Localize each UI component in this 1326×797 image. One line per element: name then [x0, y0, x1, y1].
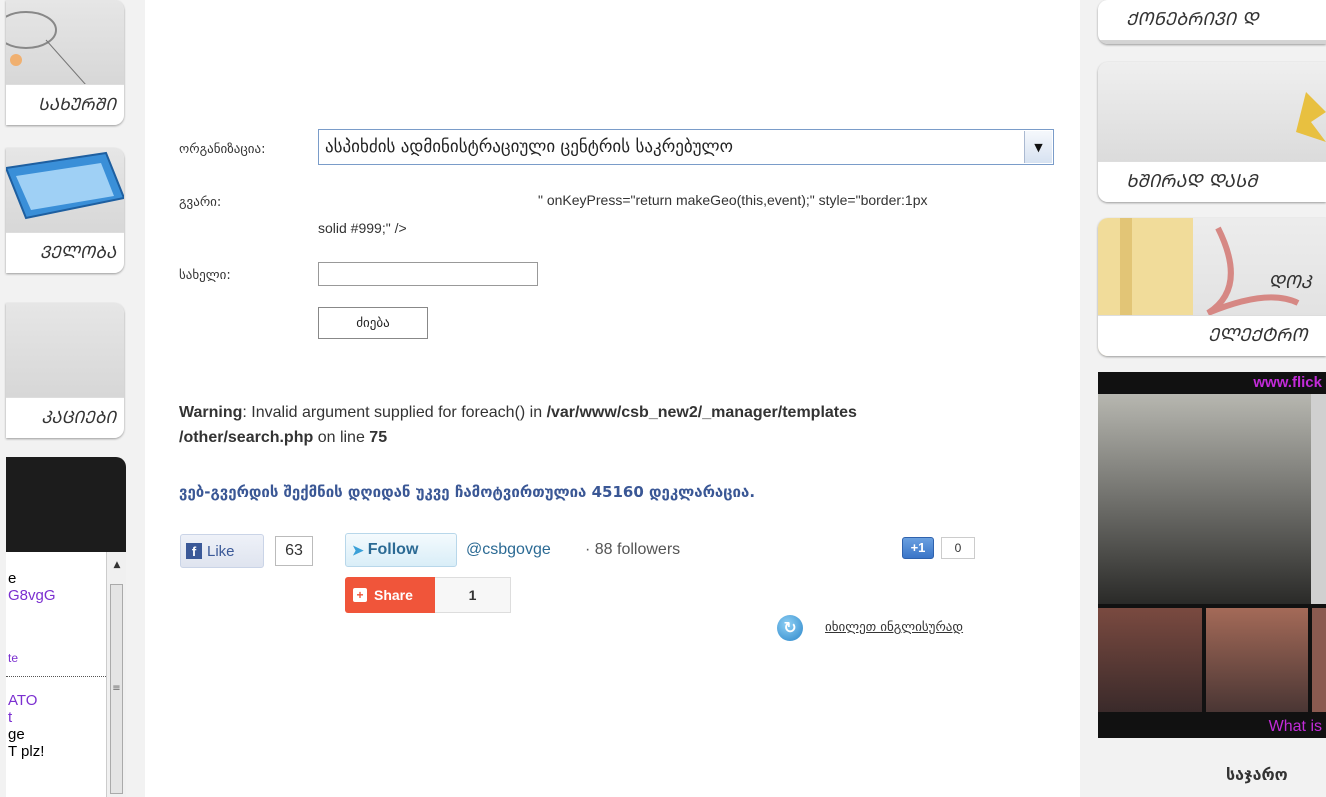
right-nav-label: ᲔᲚᲔᲥᲢᲠᲝ [1098, 315, 1326, 356]
surname-label: გვარი: [179, 195, 222, 210]
chat-line: ge [8, 726, 25, 743]
organization-select-value: ასპიხძის ადმინისტრაციული ცენტრის საკრებუ… [325, 137, 734, 157]
photo[interactable] [1312, 608, 1326, 712]
flickr-help-link[interactable]: What is [1269, 718, 1322, 736]
chat-line: T plz! [8, 743, 45, 760]
php-warning: Warning: Invalid argument supplied for f… [179, 400, 1059, 450]
chat-line: e [8, 570, 17, 587]
chat-widget: e G8vgG te ATO t ge T plz! ▲ ≡ [6, 457, 126, 797]
twitter-follow-button[interactable]: ➤ Follow [345, 533, 457, 567]
twitter-follow-label: Follow [367, 541, 419, 558]
globe-icon [6, 11, 87, 86]
warning-path: /var/www/csb_new2/_manager/templates [546, 404, 857, 421]
warning-path-file: /other/search.php [179, 429, 314, 446]
scrollbar-thumb[interactable]: ≡ [110, 584, 123, 794]
english-version-link[interactable]: იხილეთ ინგლისურად [825, 620, 963, 635]
chat-scrollbar[interactable]: ▲ ≡ [106, 552, 126, 797]
share-button[interactable]: + Share [345, 577, 435, 613]
chat-line: te [8, 651, 19, 665]
share-label: Share [374, 587, 413, 603]
flickr-link[interactable]: www.flick [1253, 374, 1322, 391]
twitter-followers-count: · 88 followers [585, 541, 681, 558]
share-count: 1 [435, 577, 511, 613]
right-nav-label: ᲮᲨᲘᲠᲐᲓ ᲓᲐᲡᲛ [1098, 161, 1326, 202]
raw-html-leak-continued: solid #999;" /> [318, 220, 407, 236]
chat-line: t [8, 709, 13, 726]
photo[interactable] [1098, 608, 1202, 712]
organization-select[interactable]: ასპიხძის ადმინისტრაციული ცენტრის საკრებუ… [318, 129, 1054, 165]
google-plus-button[interactable]: +1 [902, 537, 934, 559]
left-nav-label: ᲕᲔᲚᲝᲑᲐ [6, 232, 124, 273]
right-nav-label: ᲥᲝᲜᲔᲑᲠᲘᲕᲘ Დ [1098, 0, 1326, 40]
warning-line-number: 75 [369, 429, 388, 446]
facebook-like-label: Like [207, 542, 235, 560]
photo[interactable] [1311, 394, 1326, 604]
facebook-like-count: 63 [275, 536, 313, 566]
computer-icon [6, 151, 124, 220]
search-button[interactable]: ძიება [318, 307, 428, 339]
facebook-like-button[interactable]: f Like [180, 534, 264, 568]
left-nav-label: ᲡᲐᲮᲣᲠᲨᲘ [6, 84, 124, 125]
grip-icon: ≡ [112, 683, 121, 694]
right-nav-label: ᲓᲝᲙ [1268, 272, 1312, 293]
facebook-icon: f [186, 543, 202, 559]
twitter-bird-icon: ➤ [352, 541, 364, 558]
main-content: ორგანიზაცია: ასპიხძის ადმინისტრაციული ცე… [145, 0, 1080, 797]
warning-online: on line [313, 429, 370, 446]
chat-message: e G8vgG [8, 570, 56, 604]
right-nav-box-faq[interactable]: ᲮᲨᲘᲠᲐᲓ ᲓᲐᲡᲛ [1098, 62, 1326, 202]
google-plus-count: 0 [941, 537, 975, 559]
raw-html-leak: " onKeyPress="return makeGeo(this,event)… [538, 192, 928, 208]
chevron-down-icon[interactable]: ▼ [1024, 131, 1052, 163]
warning-prefix: Warning [179, 404, 243, 421]
name-label: სახელი: [179, 268, 231, 283]
left-sidebar: ᲡᲐᲮᲣᲠᲨᲘ ᲕᲔᲚᲝᲑᲐ ᲙᲐᲪᲘᲔᲑᲘ e G8vgG te ATO t … [0, 0, 145, 797]
lightning-icon [1296, 92, 1326, 142]
chat-message: ATO t ge T plz! [8, 692, 44, 760]
warning-text: : Invalid argument supplied for foreach(… [242, 404, 547, 421]
chat-line: G8vgG [8, 587, 56, 604]
left-nav-box-service[interactable]: ᲡᲐᲮᲣᲠᲨᲘ [6, 0, 124, 125]
share-plus-icon: + [353, 588, 367, 602]
photo[interactable] [1206, 608, 1308, 712]
name-input[interactable] [318, 262, 538, 286]
chat-messages: e G8vgG te ATO t ge T plz! [6, 552, 106, 797]
chat-line: ATO [8, 692, 38, 709]
left-nav-box-transparency[interactable]: ᲕᲔᲚᲝᲑᲐ [6, 148, 124, 273]
right-nav-box-property[interactable]: ᲥᲝᲜᲔᲑᲠᲘᲕᲘ Დ [1098, 0, 1326, 44]
photo[interactable] [1098, 394, 1311, 604]
left-nav-box-publications[interactable]: ᲙᲐᲪᲘᲔᲑᲘ [6, 303, 124, 438]
twitter-handle-link[interactable]: @csbgovge [466, 541, 551, 559]
refresh-icon[interactable]: ↻ [777, 615, 803, 641]
left-nav-label: ᲙᲐᲪᲘᲔᲑᲘ [6, 397, 124, 438]
right-nav-box-documents[interactable]: ᲓᲝᲙ ᲔᲚᲔᲥᲢᲠᲝ [1098, 218, 1326, 356]
right-sidebar-footer-heading: საჯარო [1226, 765, 1288, 784]
flickr-photo-widget[interactable]: www.flick What is [1098, 372, 1326, 738]
divider [6, 676, 106, 677]
scroll-up-icon[interactable]: ▲ [107, 560, 126, 570]
org-label: ორგანიზაცია: [179, 142, 266, 157]
declaration-count-text: ვებ-გვერდის შექმნის დღიდან უკვე ჩამოტვირ… [179, 483, 756, 501]
